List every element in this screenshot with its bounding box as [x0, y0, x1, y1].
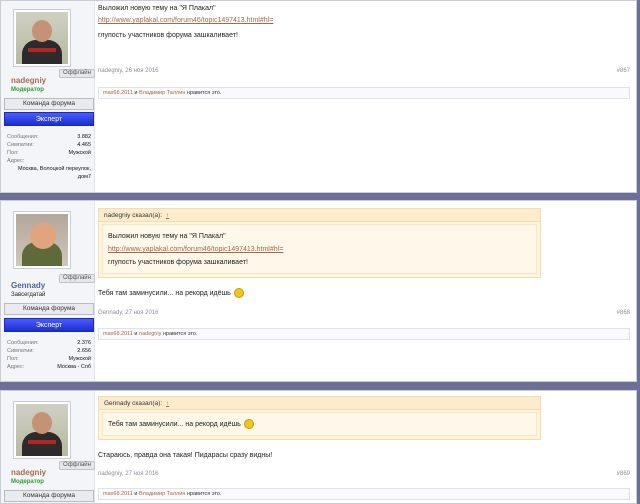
user-panel: Оффлайн nadegniy Модератор Команда форум… [1, 391, 95, 503]
stat-label: Адрес: [7, 158, 25, 164]
offline-badge: Оффлайн [59, 274, 95, 283]
stat-label: Пол: [7, 150, 19, 156]
expert-badge: Эксперт [4, 112, 94, 126]
quote-body: Тебя там заминусили... на рекорд идёшь [102, 412, 537, 436]
stat-messages[interactable]: 3.882 [77, 133, 91, 141]
likes-and: и [134, 491, 138, 497]
avatar-image [16, 404, 68, 456]
likes-suffix: нравится это. [162, 331, 198, 337]
user-panel: Оффлайн Gennady Завсегдатай Команда фору… [1, 201, 95, 381]
meta-date[interactable]: 27 ноя 2016 [125, 310, 158, 316]
post-content: nadegniy сказал(а): ↑ Выложил новую тему… [98, 201, 630, 381]
likes-and: и [134, 331, 138, 337]
likes-bar: max68.2011 и nadegniy нравится это. [98, 328, 630, 340]
user-role: Модератор [11, 479, 44, 485]
offline-badge: Оффлайн [59, 69, 95, 78]
message-text: Тебя там заминусили... на рекорд идёшь [98, 290, 231, 297]
avatar[interactable] [13, 9, 71, 67]
avatar-image [16, 214, 68, 266]
meta-date[interactable]: 27 ноя 2016 [125, 471, 158, 477]
likes-suffix: нравится это. [186, 491, 222, 497]
quote-line: глупость участников форума зашкаливает! [108, 259, 248, 266]
user-panel: Оффлайн nadegniy Модератор Команда форум… [1, 1, 95, 192]
user-role: Завсегдатай [11, 292, 46, 298]
meta-author[interactable]: nadegniy [98, 471, 122, 477]
stat-label: Симпатии: [7, 142, 34, 148]
avatar[interactable] [13, 211, 71, 269]
like-user[interactable]: Владимир Таллин [139, 90, 185, 96]
quote-author: Gennady сказал(а): [104, 400, 163, 407]
post-number[interactable]: #868 [617, 310, 630, 316]
stat-messages[interactable]: 2.376 [77, 339, 91, 347]
user-stats: Сообщения: 2.376 Симпатии: 2.656 Пол: Мужск… [7, 339, 91, 371]
post-meta: nadegniy, 27 ноя 2016 #869 [98, 471, 630, 477]
post-number[interactable]: #869 [617, 471, 630, 477]
message-line: Тебя там заминусили... на рекорд идёшь [98, 288, 244, 300]
username[interactable]: nadegniy [11, 76, 46, 85]
quote-line: Выложил новую тему на "Я Плакал" [108, 233, 226, 240]
message-line: глупость участников форума зашкаливает! [98, 32, 238, 39]
quote-body: Выложил новую тему на "Я Плакал" http://… [102, 224, 537, 274]
quote-block: Gennady сказал(а): ↑ Тебя там заминусили… [98, 396, 541, 440]
post-link[interactable]: http://www.yaplakal.com/forum46/topic149… [98, 15, 273, 27]
meta-author[interactable]: Gennady [98, 310, 122, 316]
quote-author: nadegniy сказал(а): [104, 212, 163, 219]
stat-label: Адрес: [7, 364, 25, 370]
smiley-icon [243, 419, 254, 430]
message-line: Стараюсь, правда она такая! Пидарасы сра… [98, 452, 273, 459]
expert-badge: Эксперт [4, 318, 94, 332]
stat-label: Пол: [7, 356, 19, 362]
stat-label: Сообщения: [7, 340, 39, 346]
stat-gender: Мужской [68, 150, 91, 156]
avatar[interactable] [13, 401, 71, 459]
stat-label: Симпатии: [7, 348, 34, 354]
stat-likes: 2.656 [77, 348, 91, 354]
username[interactable]: nadegniy [11, 468, 46, 477]
user-role: Модератор [11, 87, 44, 93]
forum-post: Оффлайн Gennady Завсегдатай Команда фору… [0, 200, 637, 382]
like-user[interactable]: max68.2011 [103, 491, 133, 497]
team-badge: Команда форума [4, 490, 94, 502]
meta-author[interactable]: nadegniy [98, 68, 122, 74]
smiley-icon [233, 288, 244, 299]
post-number[interactable]: #867 [617, 68, 630, 74]
likes-and: и [134, 90, 138, 96]
user-stats: Сообщения: 3.882 Симпатии: 4.465 Пол: Мужск… [7, 133, 91, 181]
avatar-image [16, 12, 68, 64]
stat-gender: Мужской [68, 356, 91, 362]
like-user[interactable]: nadegniy [139, 331, 161, 337]
quote-text: Тебя там заминусили... на рекорд идёшь [108, 421, 241, 428]
likes-suffix: нравится это. [186, 90, 222, 96]
post-meta: Gennady, 27 ноя 2016 #868 [98, 310, 630, 316]
likes-bar: max68.2011 и Владимир Таллин нравится эт… [98, 87, 630, 99]
post-meta: nadegniy, 26 ноя 2016 #867 [98, 68, 630, 74]
quote-line: Тебя там заминусили... на рекорд идёшь [108, 419, 254, 431]
username[interactable]: Gennady [11, 281, 45, 290]
stat-address: Москва, Волоцкой переулок, дом7 [17, 166, 91, 180]
quote-link[interactable]: http://www.yaplakal.com/forum46/topic149… [108, 244, 283, 256]
meta-date[interactable]: 26 ноя 2016 [125, 68, 158, 74]
forum-post: Оффлайн nadegniy Модератор Команда форум… [0, 390, 637, 504]
team-badge: Команда форума [4, 303, 94, 315]
like-user[interactable]: Владимир Таллин [139, 491, 185, 497]
quote-block: nadegniy сказал(а): ↑ Выложил новую тему… [98, 208, 541, 278]
stat-label: Сообщения: [7, 134, 39, 140]
forum-post: Оффлайн nadegniy Модератор Команда форум… [0, 0, 637, 193]
quote-header: nadegniy сказал(а): ↑ [99, 209, 540, 222]
offline-badge: Оффлайн [59, 461, 95, 470]
stat-likes: 4.465 [77, 142, 91, 148]
message-line: Выложил новую тему на "Я Плакал" [98, 5, 216, 12]
like-user[interactable]: max68.2011 [103, 90, 133, 96]
likes-bar: max68.2011 и Владимир Таллин нравится эт… [98, 488, 630, 500]
quote-jump-link[interactable]: ↑ [166, 212, 169, 219]
like-user[interactable]: max68.2011 [103, 331, 133, 337]
quote-jump-link[interactable]: ↑ [166, 400, 169, 407]
post-content: Gennady сказал(а): ↑ Тебя там заминусили… [98, 391, 630, 503]
quote-header: Gennady сказал(а): ↑ [99, 397, 540, 410]
team-badge: Команда форума [4, 98, 94, 110]
post-content: Выложил новую тему на "Я Плакал" http://… [98, 1, 630, 192]
stat-address: Москва - Спб [57, 364, 91, 370]
